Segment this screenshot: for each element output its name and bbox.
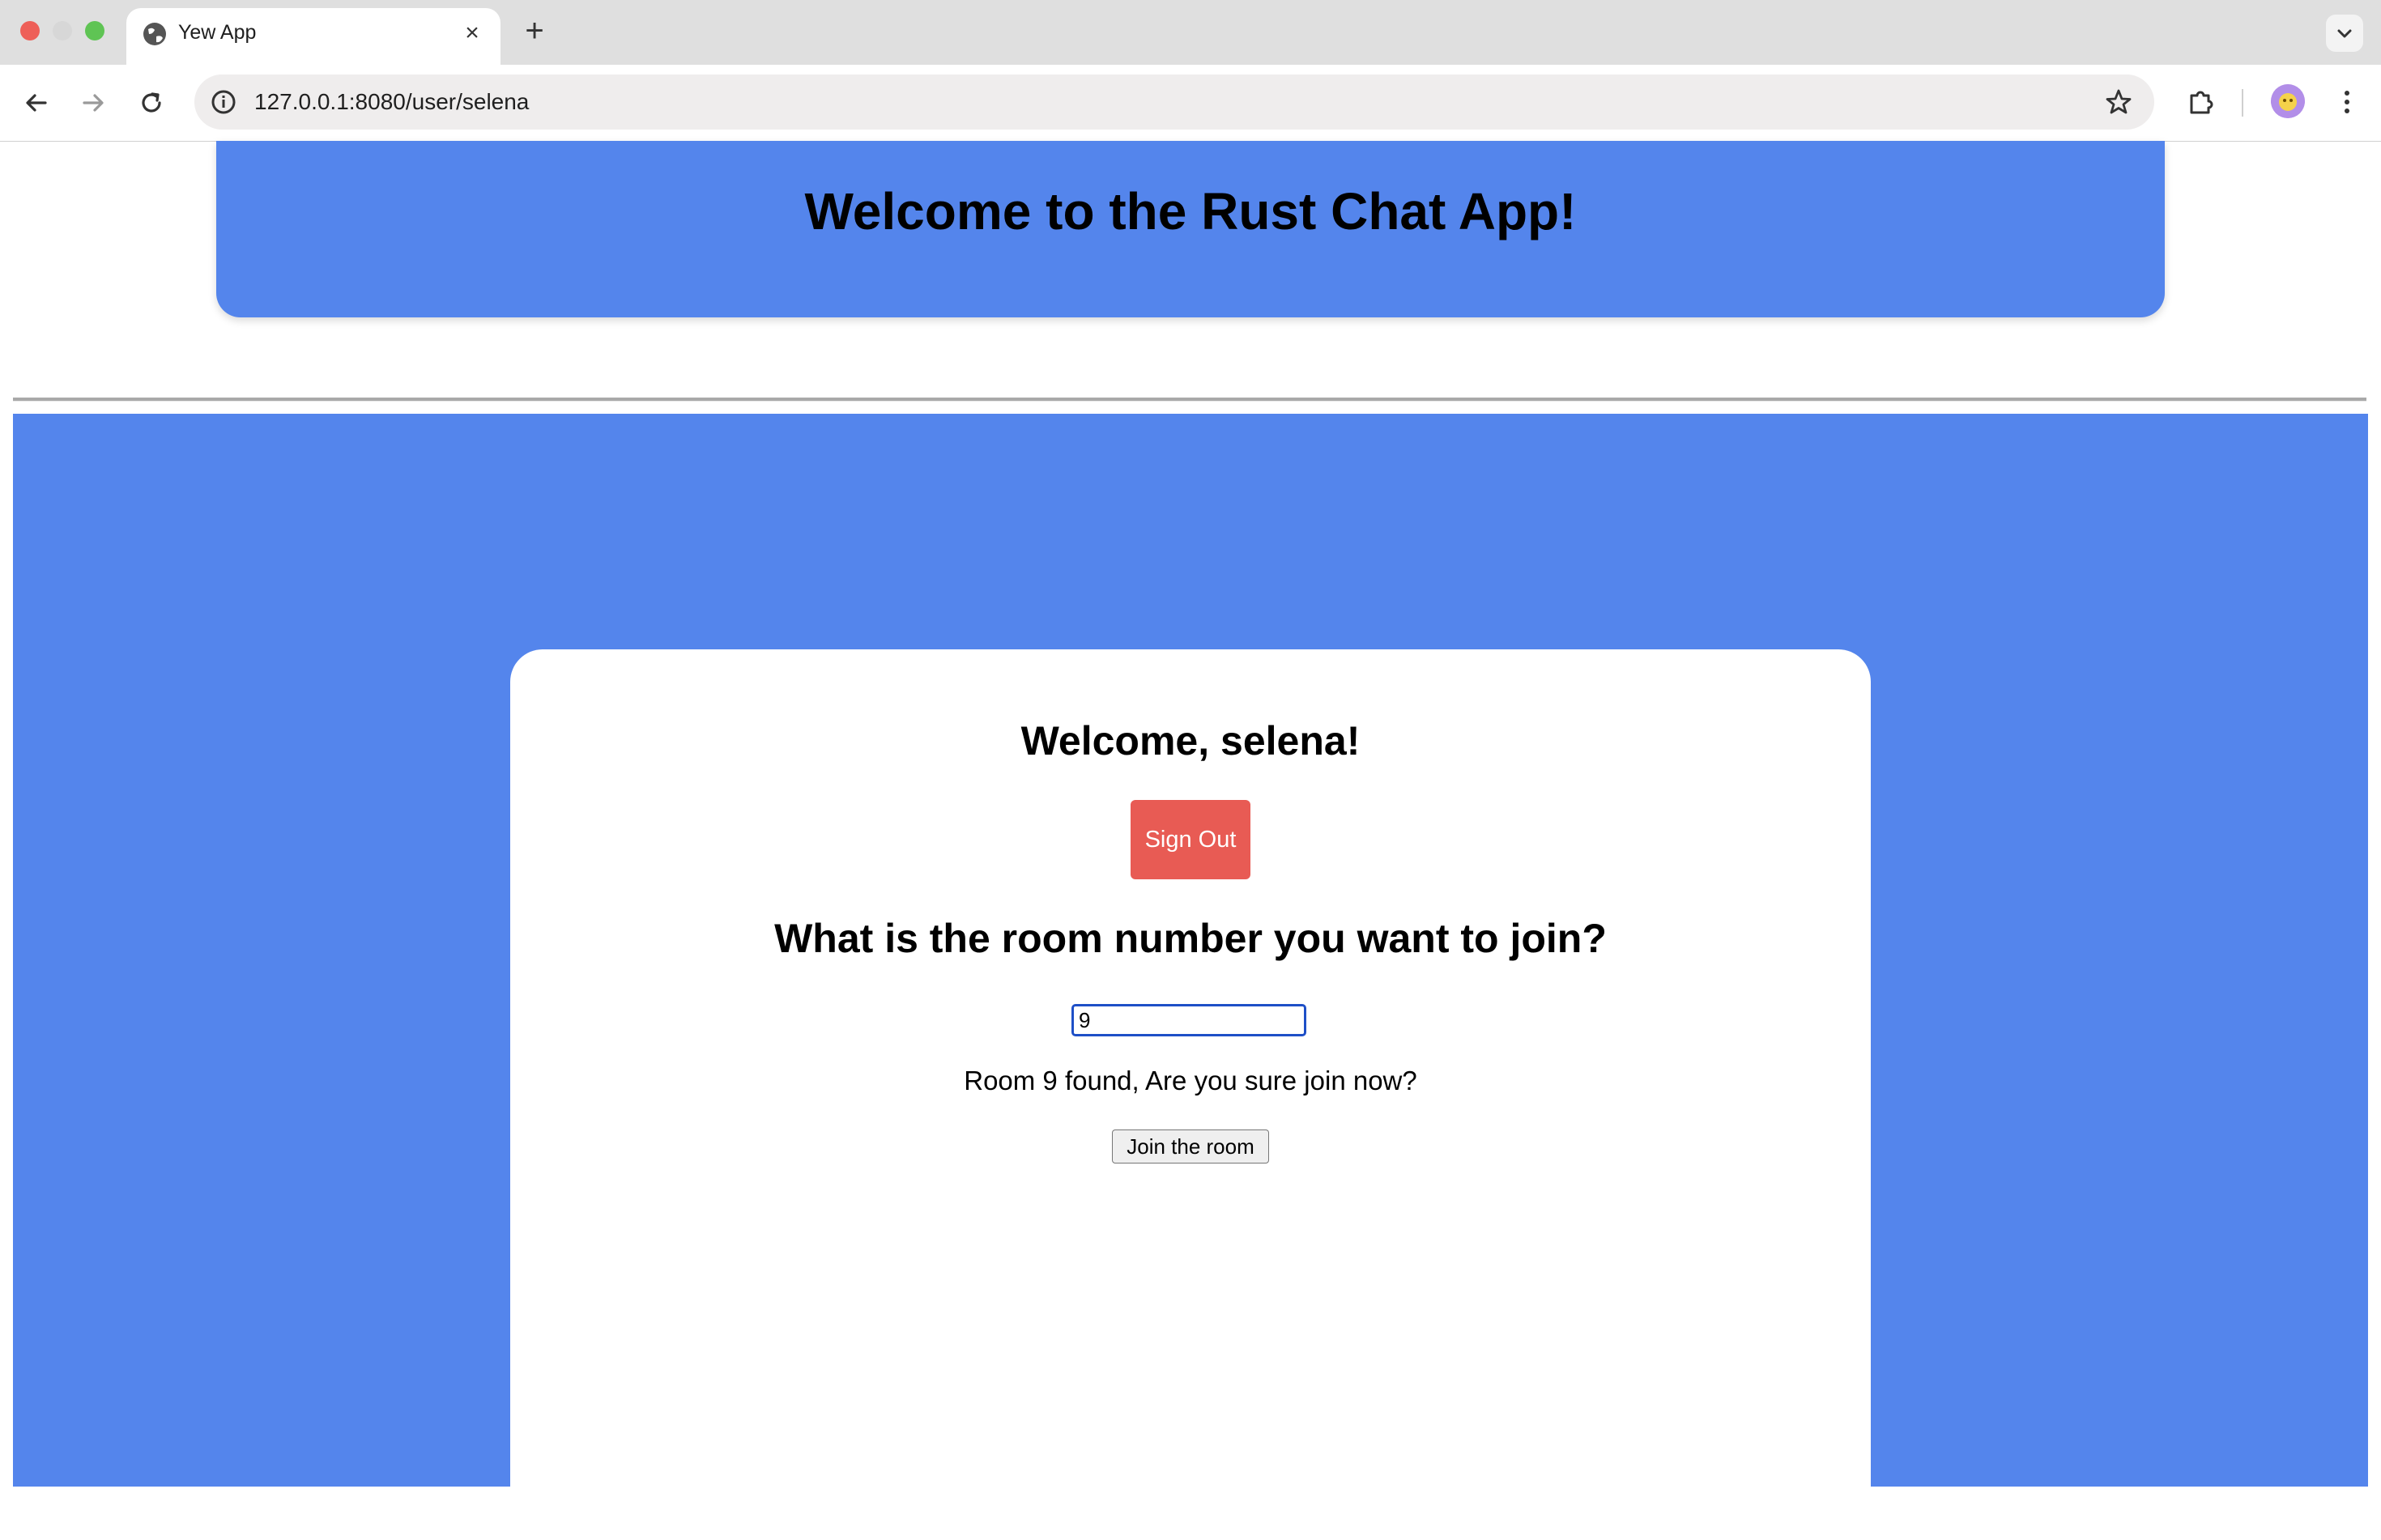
- room-found-message: Room 9 found, Are you sure join now?: [964, 1066, 1417, 1095]
- room-number-input[interactable]: [1071, 1004, 1306, 1036]
- browser-tab[interactable]: Yew App ×: [126, 8, 500, 65]
- toolbar-divider: [2242, 89, 2243, 117]
- room-join-card: Welcome, selena! Sign Out What is the ro…: [510, 649, 1871, 1540]
- window-close-dot[interactable]: [20, 21, 40, 40]
- browser-toolbar: 127.0.0.1:8080/user/selena: [0, 65, 2381, 142]
- star-icon[interactable]: [2102, 86, 2135, 118]
- reload-icon[interactable]: [133, 84, 170, 121]
- window-zoom-dot[interactable]: [85, 21, 104, 40]
- tab-title: Yew App: [178, 21, 257, 44]
- globe-icon: [141, 20, 168, 48]
- extensions-icon[interactable]: [2183, 84, 2219, 120]
- welcome-heading: Welcome, selena!: [1020, 718, 1361, 764]
- horizontal-rule: [13, 398, 2366, 402]
- join-room-button[interactable]: Join the room: [1112, 1129, 1269, 1164]
- page-title: Welcome to the Rust Chat App!: [804, 182, 1577, 240]
- chevron-down-icon[interactable]: [2326, 15, 2363, 52]
- menu-icon[interactable]: [2329, 84, 2365, 120]
- plus-icon[interactable]: +: [518, 15, 551, 47]
- close-icon[interactable]: ×: [458, 19, 486, 47]
- address-bar[interactable]: 127.0.0.1:8080/user/selena: [194, 74, 2154, 130]
- avatar[interactable]: [2271, 84, 2305, 118]
- window-minimize-dot[interactable]: [53, 21, 72, 40]
- room-question-heading: What is the room number you want to join…: [774, 916, 1607, 961]
- browser-tab-bar: Yew App × +: [0, 0, 2381, 65]
- info-icon[interactable]: [209, 87, 238, 117]
- back-arrow-icon[interactable]: [18, 84, 55, 121]
- app-header: Welcome to the Rust Chat App!: [216, 141, 2165, 317]
- forward-arrow-icon[interactable]: [75, 84, 112, 121]
- url-text[interactable]: 127.0.0.1:8080/user/selena: [254, 89, 529, 115]
- sign-out-button[interactable]: Sign Out: [1131, 800, 1250, 879]
